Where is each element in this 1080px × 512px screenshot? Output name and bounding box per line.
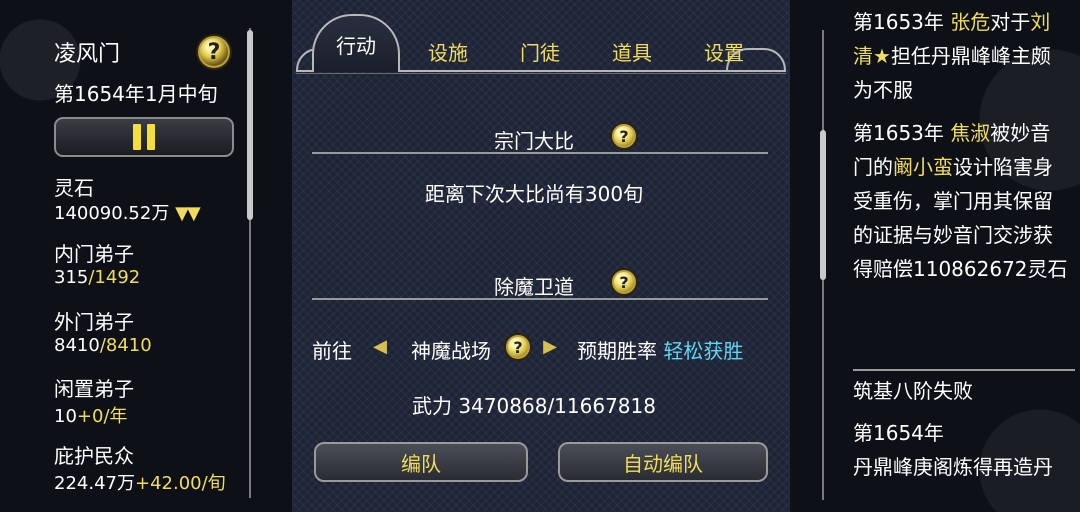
location-help-icon[interactable]: ? (504, 333, 532, 361)
auto-formation-button[interactable]: 自动编队 (558, 442, 768, 482)
left-scrollbar[interactable] (247, 30, 253, 220)
log-entry: 第1654年 丹鼎峰庚阁炼得再造丹 (853, 421, 1053, 479)
tab-action[interactable]: 行动 (312, 14, 400, 72)
log-entry: 第1653年 焦淑被妙音门的阚小蛮设计陷害身受重伤，掌门用其保留的证据与妙音门交… (853, 121, 1068, 281)
current-date: 第1654年1月中旬 (54, 82, 218, 106)
location-name: 神魔战场 (411, 339, 491, 363)
formation-button[interactable]: 编队 (314, 442, 528, 482)
decrease-arrows-icon: ▼▼ (175, 203, 201, 224)
tournament-help-icon[interactable]: ? (610, 122, 638, 150)
tab-items[interactable]: 道具 (588, 30, 676, 72)
tournament-countdown: 距离下次大比尚有300旬 (424, 182, 644, 206)
stat-value-idle-disciples: 10+0/年 (54, 406, 128, 427)
section-title-tournament: 宗门大比 (494, 129, 574, 153)
expected-winrate: 预期胜率 轻松获胜 (577, 339, 744, 363)
stat-value-outer-disciples: 8410/8410 (54, 335, 152, 356)
divider (312, 152, 768, 154)
action-panel: 行动 设施 门徒 道具 设置 宗门大比 ? 距离下次大比尚有300旬 除魔卫道 … (292, 0, 790, 512)
stat-label-spirit-stone: 灵石 (54, 176, 94, 200)
pause-icon (133, 124, 155, 150)
stat-value-inner-disciples: 315/1492 (54, 267, 141, 288)
log-entry: 第1653年 张危对于刘清★担任丹鼎峰峰主颇为不服 (853, 10, 1051, 102)
right-scrollbar[interactable] (820, 130, 826, 280)
event-log-panel: 第1653年 张危对于刘清★担任丹鼎峰峰主颇为不服 第1653年 焦淑被妙音门的… (820, 0, 1080, 512)
stat-label-inner-disciples: 内门弟子 (54, 242, 134, 266)
stat-value-protected-people: 224.47万+42.00/旬 (54, 473, 226, 494)
prev-location-arrow-icon[interactable]: ◀ (366, 324, 394, 368)
next-location-arrow-icon[interactable]: ▶ (536, 324, 564, 368)
demon-slaying-help-icon[interactable]: ? (610, 268, 638, 296)
sect-name: 凌风门 (54, 42, 121, 67)
tab-settings[interactable]: 设置 (680, 30, 768, 72)
stat-value-spirit-stone: 140090.52万 ▼▼ (54, 203, 201, 224)
log-entry: 筑基八阶失败 (853, 379, 973, 403)
section-title-demon-slaying: 除魔卫道 (494, 275, 574, 299)
tab-facilities[interactable]: 设施 (404, 30, 492, 72)
tab-disciples[interactable]: 门徒 (496, 30, 584, 72)
goto-label: 前往 (312, 339, 352, 363)
log-divider (853, 369, 1075, 371)
pause-button[interactable] (54, 117, 234, 157)
stat-label-protected-people: 庇护民众 (54, 444, 134, 468)
tab-bar: 行动 设施 门徒 道具 设置 (292, 8, 790, 76)
sect-help-icon[interactable]: ? (196, 34, 232, 70)
power-readout: 武力 3470868/11667818 (412, 394, 656, 418)
divider (312, 298, 768, 300)
stat-label-outer-disciples: 外门弟子 (54, 310, 134, 334)
stat-label-idle-disciples: 闲置弟子 (54, 377, 134, 401)
sect-status-panel: 凌风门 ? 第1654年1月中旬 灵石 140090.52万 ▼▼ 内门弟子 3… (0, 0, 262, 512)
